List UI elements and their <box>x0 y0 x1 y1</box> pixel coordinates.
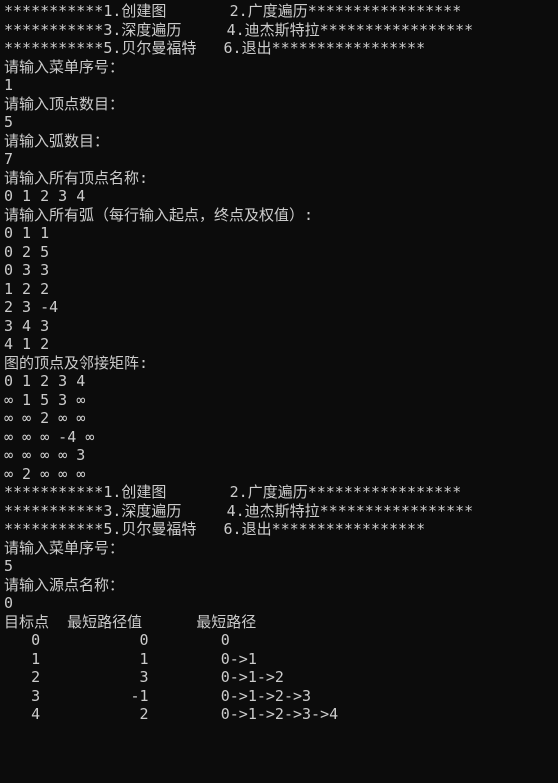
arc-row: 4 1 2 <box>4 335 49 353</box>
prompt-arcs: 请输入所有弧（每行输入起点，终点及权值）: <box>4 206 313 224</box>
menu-line-2: ***********3.深度遍历 4.迪杰斯特拉***************… <box>4 21 473 39</box>
matrix-header: 0 1 2 3 4 <box>4 372 85 390</box>
arc-row: 0 1 1 <box>4 224 49 242</box>
input-source: 0 <box>4 594 13 612</box>
arc-row: 3 4 3 <box>4 317 49 335</box>
menu-line-3: ***********5.贝尔曼福特 6.退出***************** <box>4 39 425 57</box>
matrix-row: ∞ ∞ ∞ -4 ∞ <box>4 428 94 446</box>
terminal-output: ***********1.创建图 2.广度遍历*****************… <box>0 0 558 726</box>
arc-row: 1 2 2 <box>4 280 49 298</box>
input-menu-1: 1 <box>4 76 13 94</box>
result-row: 4 2 0->1->2->3->4 <box>4 705 338 723</box>
arc-row: 0 3 3 <box>4 261 49 279</box>
prompt-source: 请输入源点名称： <box>4 576 124 594</box>
prompt-vertex-names: 请输入所有顶点名称: <box>4 169 148 187</box>
prompt-menu: 请输入菜单序号： <box>4 58 124 76</box>
matrix-row: ∞ ∞ 2 ∞ ∞ <box>4 409 85 427</box>
arc-row: 0 2 5 <box>4 243 49 261</box>
prompt-vertex-count: 请输入顶点数目： <box>4 95 124 113</box>
input-arc-count: 7 <box>4 150 13 168</box>
menu-line-1b: ***********1.创建图 2.广度遍历***************** <box>4 483 461 501</box>
result-row: 1 1 0->1 <box>4 650 257 668</box>
prompt-arc-count: 请输入弧数目： <box>4 132 109 150</box>
menu-line-1: ***********1.创建图 2.广度遍历***************** <box>4 2 461 20</box>
menu-line-3b: ***********5.贝尔曼福特 6.退出***************** <box>4 520 425 538</box>
input-vertex-count: 5 <box>4 113 13 131</box>
matrix-row: ∞ 2 ∞ ∞ ∞ <box>4 465 85 483</box>
arc-row: 2 3 -4 <box>4 298 58 316</box>
input-menu-2: 5 <box>4 557 13 575</box>
result-row: 2 3 0->1->2 <box>4 668 284 686</box>
matrix-row: ∞ 1 5 3 ∞ <box>4 391 85 409</box>
input-vertex-names: 0 1 2 3 4 <box>4 187 85 205</box>
prompt-menu-2: 请输入菜单序号： <box>4 539 124 557</box>
menu-line-2b: ***********3.深度遍历 4.迪杰斯特拉***************… <box>4 502 473 520</box>
matrix-title: 图的顶点及邻接矩阵: <box>4 354 148 372</box>
result-header: 目标点 最短路径值 最短路径 <box>4 613 256 631</box>
result-row: 0 0 0 <box>4 631 230 649</box>
result-row: 3 -1 0->1->2->3 <box>4 687 311 705</box>
matrix-row: ∞ ∞ ∞ ∞ 3 <box>4 446 85 464</box>
